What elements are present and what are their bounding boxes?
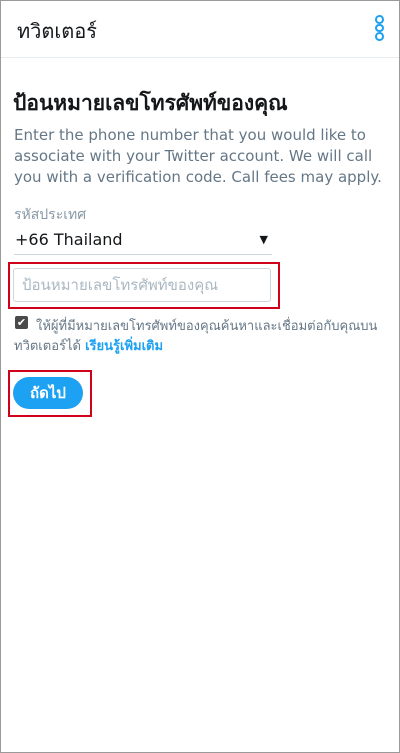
app-bar: ทวิตเตอร์ <box>1 1 399 58</box>
app-title: ทวิตเตอร์ <box>17 19 97 43</box>
dropdown-caret-icon: ▼ <box>259 233 268 246</box>
next-button[interactable]: ถัดไป <box>13 377 83 409</box>
phone-number-input[interactable] <box>13 268 271 302</box>
country-code-label: รหัสประเทศ <box>14 207 87 223</box>
country-code-value: +66 Thailand <box>15 230 123 249</box>
more-vertical-icon[interactable] <box>369 15 389 42</box>
consent-text: ให้ผู้ที่มีหมายเลขโทรศัพท์ของคุณค้นหาและ… <box>14 319 378 354</box>
app-screen: ทวิตเตอร์ ป้อนหมายเลขโทรศัพท์ของคุณ Ente… <box>0 0 400 753</box>
learn-more-link[interactable]: เรียนรู้เพิ่มเติม <box>85 339 163 354</box>
discoverability-consent: ให้ผู้ที่มีหมายเลขโทรศัพท์ของคุณค้นหาและ… <box>14 317 390 357</box>
page-title: ป้อนหมายเลขโทรศัพท์ของคุณ <box>13 91 288 115</box>
description-text: Enter the phone number that you would li… <box>14 126 382 186</box>
country-code-select[interactable]: +66 Thailand ▼ <box>14 225 272 255</box>
